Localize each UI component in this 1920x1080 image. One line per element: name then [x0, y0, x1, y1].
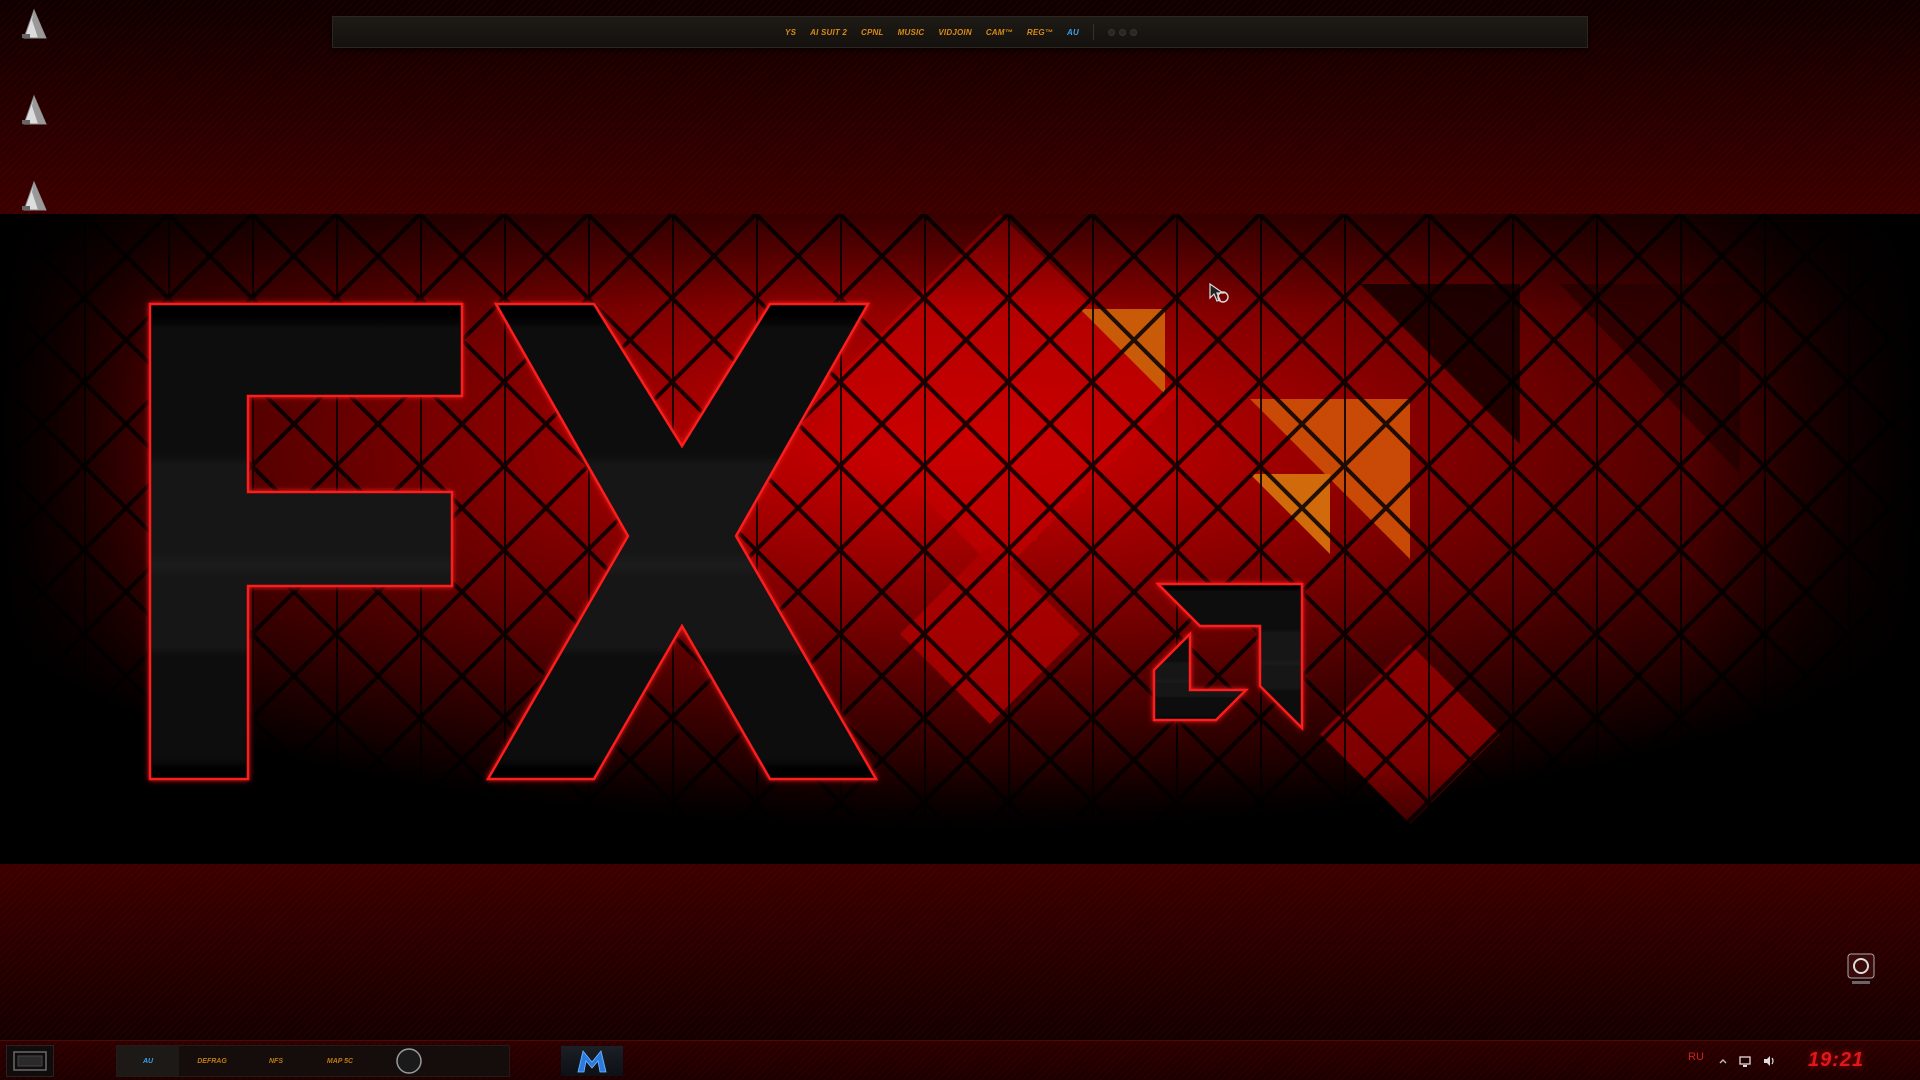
desktop-shortcut-icon[interactable] — [20, 94, 50, 126]
shortcut-icon — [22, 8, 47, 39]
taskbar-items: AU DEFRAG NFS MAP 5C — [116, 1045, 623, 1077]
wallpaper-band-bottom — [0, 864, 1920, 1040]
launcher-item-music[interactable]: MUSIC — [898, 28, 925, 37]
launcher-item-cam[interactable]: CAM™ — [986, 28, 1013, 37]
clock[interactable]: 19:21 — [1808, 1049, 1864, 1072]
launcher-item-ai-suit[interactable]: AI SUIT 2 — [810, 28, 847, 37]
launcher-dot[interactable] — [1129, 28, 1137, 36]
circle-app-icon — [396, 1048, 422, 1074]
launcher-dot[interactable] — [1118, 28, 1126, 36]
launcher-item-vidjoin[interactable]: VIDJOIN — [938, 28, 971, 37]
taskbar-item-map[interactable]: MAP 5C — [307, 1046, 373, 1076]
taskbar-app-malwarebytes[interactable] — [561, 1046, 623, 1076]
taskbar: AU DEFRAG NFS MAP 5C RU 19:21 — [0, 1040, 1920, 1080]
taskbar-item-defrag[interactable]: DEFRAG — [179, 1046, 245, 1076]
desktop-shortcut-icon[interactable] — [20, 180, 50, 212]
launcher-items: YS AI SUIT 2 CPNL MUSIC VIDJOIN CAM™ REG… — [785, 17, 1137, 47]
network-icon[interactable] — [1738, 1054, 1752, 1068]
wallpaper-hero — [0, 214, 1920, 864]
launcher-dot[interactable] — [1107, 28, 1115, 36]
launcher-item-reg[interactable]: REG™ — [1027, 28, 1053, 37]
chevron-up-icon[interactable] — [1716, 1054, 1730, 1068]
desktop: YS AI SUIT 2 CPNL MUSIC VIDJOIN CAM™ REG… — [0, 0, 1920, 1080]
launcher-separator — [1092, 24, 1094, 40]
start-button[interactable] — [6, 1045, 54, 1077]
taskbar-item-nfs[interactable]: NFS — [245, 1046, 307, 1076]
wallpaper-art — [0, 214, 1920, 864]
launcher-dots — [1107, 28, 1137, 36]
launcher-item-au[interactable]: AU — [1067, 28, 1079, 37]
app-tray-icon[interactable] — [1846, 952, 1876, 986]
launcher-item-cpnl[interactable]: CPNL — [861, 28, 884, 37]
shortcut-icon — [22, 94, 47, 125]
volume-icon[interactable] — [1762, 1054, 1776, 1068]
launcher-bar: YS AI SUIT 2 CPNL MUSIC VIDJOIN CAM™ REG… — [332, 16, 1588, 48]
language-indicator[interactable]: RU — [1688, 1051, 1704, 1063]
taskbar-item-au[interactable]: AU — [117, 1046, 179, 1076]
desktop-shortcut-icon[interactable] — [20, 8, 50, 40]
mouse-cursor-icon — [1208, 282, 1232, 306]
malwarebytes-icon — [577, 1050, 607, 1073]
shortcut-icon — [22, 180, 47, 211]
taskbar-app-circle[interactable] — [379, 1046, 439, 1076]
system-tray: RU 19:21 — [1678, 1045, 1916, 1077]
start-icon — [13, 1051, 47, 1071]
launcher-item-ys[interactable]: YS — [785, 28, 796, 37]
